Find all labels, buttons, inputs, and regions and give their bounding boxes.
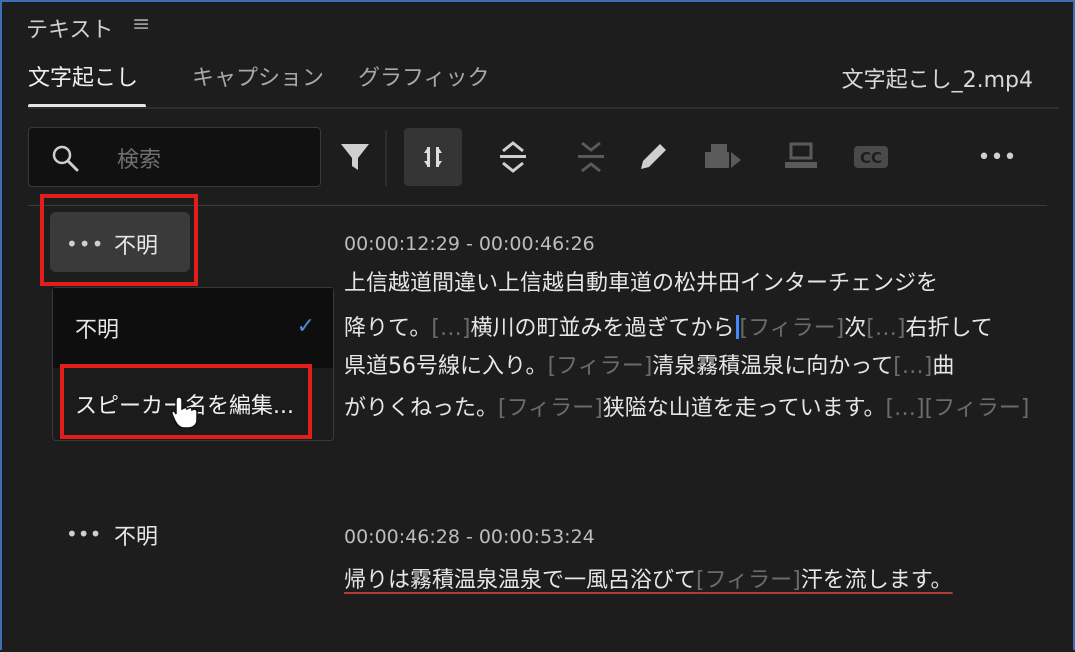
highlight-box-speaker [40, 194, 198, 286]
search-icon [52, 145, 79, 172]
panel-menu-icon[interactable]: ≡ [132, 12, 150, 37]
panel-title: テキスト [26, 18, 114, 43]
hand-cursor-icon [171, 396, 198, 429]
search-field[interactable]: 検索 [28, 127, 321, 187]
search-input[interactable]: 検索 [117, 142, 161, 174]
cc-icon: CC [842, 128, 900, 186]
collapse-icon [562, 128, 620, 186]
toolbar-separator [385, 130, 387, 186]
split-icon[interactable] [404, 128, 462, 186]
more-icon[interactable]: ••• [968, 128, 1026, 186]
pencil-icon[interactable] [624, 128, 682, 186]
tab-graphics[interactable]: グラフィック [358, 60, 490, 92]
transcript-line[interactable]: 帰りは霧積温泉温泉で一風呂浴びて[フィラー]汗を流します。 [344, 562, 953, 594]
source-filename: 文字起こし_2.mp4 [841, 68, 1033, 93]
filter-icon[interactable] [326, 128, 384, 186]
menu-item-label: 不明 [75, 318, 120, 343]
tab-transcript[interactable]: 文字起こし [28, 60, 138, 92]
screen-icon [772, 128, 830, 186]
tabs-divider [28, 107, 1059, 109]
speaker-name[interactable]: 不明 [114, 519, 158, 551]
tab-captions[interactable]: キャプション [192, 60, 324, 92]
transcript-line[interactable]: がりくねった。[フィラー]狭隘な山道を走っています。[…][フィラー] [344, 390, 1029, 422]
speaker-more-icon[interactable]: ••• [66, 522, 101, 546]
menu-item-unknown[interactable]: 不明 ✓ [53, 288, 333, 368]
segment-timecode: 00:00:46:28 - 00:00:53:24 [344, 526, 595, 548]
checkmark-icon: ✓ [296, 314, 315, 339]
transcript-line[interactable]: 上信越道間違い上信越自動車道の松井田インターチェンジを [344, 265, 938, 297]
segment-timecode: 00:00:12:29 - 00:00:46:26 [344, 233, 595, 255]
expand-icon[interactable] [484, 128, 542, 186]
text-caret [735, 315, 739, 339]
transcript-line[interactable]: 降りて。[…]横川の町並みを過ぎてから [フィラー]次[…]右折して [344, 310, 993, 342]
transcript-line[interactable]: 県道56号線に入り。[フィラー]清泉霧積温泉に向かって[…]曲 [344, 348, 954, 380]
export-clip-icon [694, 128, 752, 186]
cc-icon-label: CC [860, 149, 882, 167]
